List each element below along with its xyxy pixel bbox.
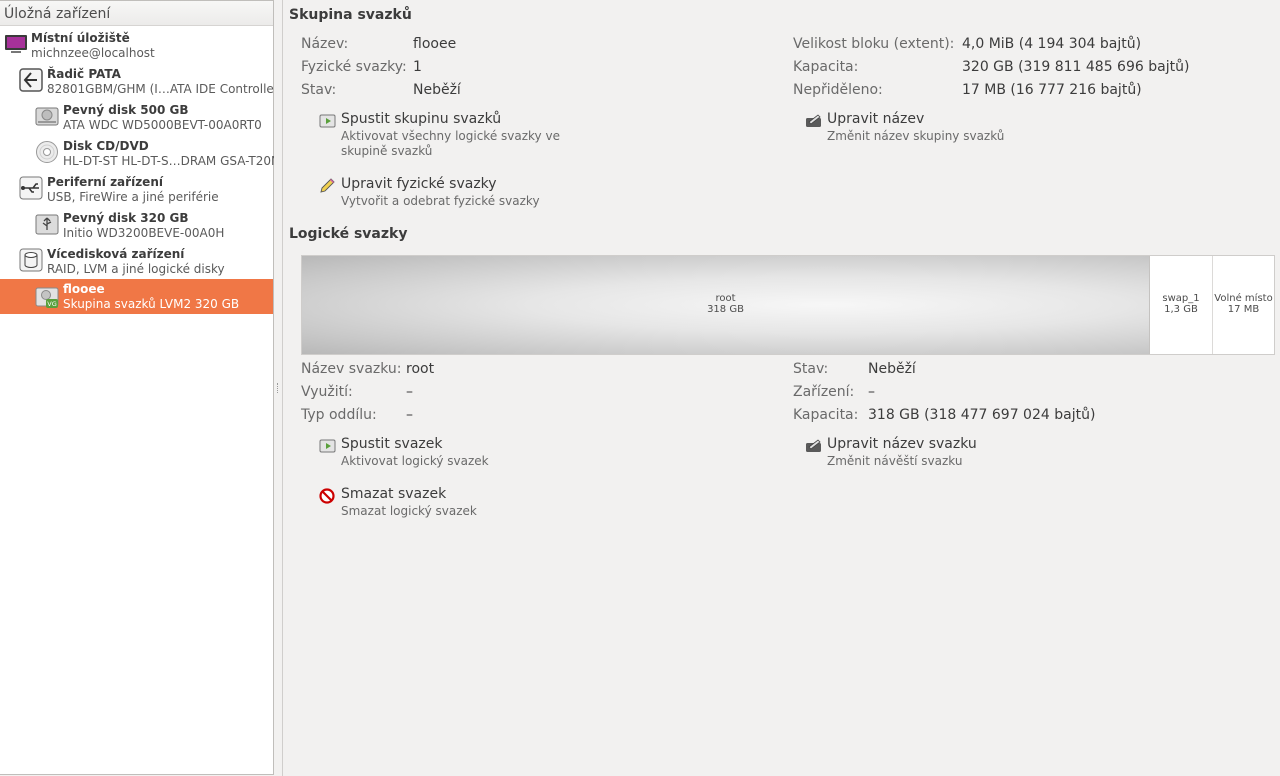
tree-item-subtitle: HL-DT-ST HL-DT-S…DRAM GSA-T20N <box>63 154 280 168</box>
action-description: Smazat logický svazek <box>341 504 477 518</box>
tree-item-title: Vícedisková zařízení <box>47 247 185 261</box>
volume-group-section-title: Skupina svazků <box>289 7 412 23</box>
edit-name-icon <box>806 439 821 452</box>
vg-unallocated-value: 17 MB (16 777 216 bajtů) <box>962 82 1142 98</box>
vg-extent-value: 4,0 MiB (4 194 304 bajtů) <box>962 36 1142 52</box>
action-title: Upravit fyzické svazky <box>341 176 497 192</box>
vg-unallocated-label: Nepřiděleno: <box>793 82 883 98</box>
segment-size: 17 MB <box>1227 304 1260 315</box>
lv-device-value: – <box>868 384 875 400</box>
edit-physical-volumes-button[interactable]: Upravit fyzické svazky Vytvořit a odebra… <box>319 176 579 210</box>
tree-item-subtitle: Skupina svazků LVM2 320 GB <box>63 297 240 311</box>
vg-pv-count-label: Fyzické svazky: <box>301 59 407 75</box>
tree-item-cd-dvd[interactable]: Disk CD/DVD HL-DT-ST HL-DT-S…DRAM GSA-T2… <box>0 137 280 173</box>
volume-group-icon: VG <box>35 287 59 308</box>
tree-item-title: Místní úložiště <box>31 31 130 45</box>
volume-segment-free-space[interactable]: Volné místo 17 MB <box>1213 256 1274 354</box>
segment-name: root <box>715 293 736 304</box>
storage-device-tree[interactable]: Úložná zařízení Místní úložiště michnzee… <box>0 0 280 775</box>
start-icon <box>319 114 336 128</box>
start-volume-button[interactable]: Spustit svazek Aktivovat logický svazek <box>319 436 579 470</box>
action-title: Upravit název <box>827 111 925 127</box>
pane-splitter[interactable] <box>274 0 282 776</box>
vg-extent-label: Velikost bloku (extent): <box>793 36 955 52</box>
tree-item-subtitle: michnzee@localhost <box>31 46 155 60</box>
lv-usage-value: – <box>406 384 413 400</box>
monitor-icon <box>5 35 27 53</box>
rename-volume-button[interactable]: Upravit název svazku Změnit návěští svaz… <box>805 436 1065 470</box>
segment-name: Volné místo <box>1214 293 1273 304</box>
lv-usage-label: Využití: <box>301 384 353 400</box>
optical-disc-icon <box>36 141 58 163</box>
action-description: Vytvořit a odebrat fyzické svazky <box>341 194 540 208</box>
tree-item-title: Periferní zařízení <box>47 175 163 189</box>
lv-partition-type-label: Typ oddílu: <box>301 407 377 423</box>
volume-segment-root[interactable]: root 318 GB <box>302 256 1150 354</box>
volume-segment-swap[interactable]: swap_1 1,3 GB <box>1150 256 1213 354</box>
sidebar-header: Úložná zařízení <box>0 1 273 26</box>
hard-disk-icon <box>35 107 59 126</box>
tree-item-title: flooee <box>63 282 105 296</box>
delete-volume-button[interactable]: Smazat svazek Smazat logický svazek <box>319 486 579 520</box>
lv-device-label: Zařízení: <box>793 384 855 400</box>
vg-capacity-value: 320 GB (319 811 485 696 bajtů) <box>962 59 1190 75</box>
vg-capacity-label: Kapacita: <box>793 59 859 75</box>
vg-state-value: Neběží <box>413 82 461 98</box>
logical-volume-map: root 318 GB swap_1 1,3 GB Volné místo 17… <box>301 255 1275 355</box>
details-pane: Skupina svazků Název: flooee Fyzické sva… <box>282 0 1280 776</box>
lv-state-label: Stav: <box>793 361 829 377</box>
action-description: Aktivovat logický svazek <box>341 454 489 468</box>
lv-name-value: root <box>406 361 435 377</box>
tree-item-subtitle: ATA WDC WD5000BEVT-00A0RT0 <box>63 118 262 132</box>
svg-text:VG: VG <box>47 300 56 308</box>
lv-partition-type-value: – <box>406 407 413 423</box>
vg-pv-count-value: 1 <box>413 59 422 75</box>
segment-name: swap_1 <box>1162 293 1200 304</box>
logical-volumes-section-title: Logické svazky <box>289 226 408 242</box>
lv-capacity-label: Kapacita: <box>793 407 859 423</box>
action-description: Změnit název skupiny svazků <box>827 129 1005 143</box>
controller-icon <box>19 68 43 92</box>
action-description: Změnit návěští svazku <box>827 454 963 468</box>
tree-item-hdd-500[interactable]: Pevný disk 500 GB ATA WDC WD5000BEVT-00A… <box>0 101 273 137</box>
rename-volume-group-button[interactable]: Upravit název Změnit název skupiny svazk… <box>805 111 1065 145</box>
action-title: Smazat svazek <box>341 486 447 502</box>
pencil-icon <box>320 178 335 193</box>
tree-item-local-storage[interactable]: Místní úložiště michnzee@localhost <box>0 29 273 65</box>
tree-item-subtitle: USB, FireWire a jiné periférie <box>47 190 219 204</box>
vg-state-label: Stav: <box>301 82 337 98</box>
edit-name-icon <box>806 114 821 127</box>
tree-item-pata-controller[interactable]: Řadič PATA 82801GBM/GHM (I…ATA IDE Contr… <box>0 65 279 101</box>
delete-icon <box>319 488 335 504</box>
multidisk-icon <box>19 248 43 272</box>
tree-item-peripherals[interactable]: Periferní zařízení USB, FireWire a jiné … <box>0 173 273 209</box>
start-volume-group-button[interactable]: Spustit skupinu svazků Aktivovat všechny… <box>319 111 599 161</box>
segment-size: 318 GB <box>707 304 744 315</box>
action-title: Upravit název svazku <box>827 436 977 452</box>
tree-item-subtitle: RAID, LVM a jiné logické disky <box>47 262 225 276</box>
tree-item-title: Řadič PATA <box>47 67 121 81</box>
lv-state-value: Neběží <box>868 361 916 377</box>
start-icon <box>319 439 336 453</box>
tree-item-volume-group-flooee[interactable]: VG flooee Skupina svazků LVM2 320 GB <box>0 279 273 314</box>
tree-item-title: Pevný disk 500 GB <box>63 103 189 117</box>
lv-capacity-value: 318 GB (318 477 697 024 bajtů) <box>868 407 1096 423</box>
action-description: Aktivovat všechny logické svazky ve skup… <box>341 129 560 158</box>
action-title: Spustit skupinu svazků <box>341 111 502 127</box>
splitter-grip[interactable] <box>277 383 280 393</box>
usb-icon <box>19 176 43 200</box>
tree-item-subtitle: 82801GBM/GHM (I…ATA IDE Controller <box>47 82 279 96</box>
lv-name-label: Název svazku: <box>301 361 402 377</box>
tree-item-hdd-320[interactable]: Pevný disk 320 GB Initio WD3200BEVE-00A0… <box>0 209 273 245</box>
tree-item-title: Pevný disk 320 GB <box>63 211 189 225</box>
action-title: Spustit svazek <box>341 436 443 452</box>
tree-item-title: Disk CD/DVD <box>63 139 149 153</box>
tree-item-subtitle: Initio WD3200BEVE-00A0H <box>63 226 225 240</box>
vg-name-value: flooee <box>413 36 457 52</box>
tree-item-multidisk[interactable]: Vícedisková zařízení RAID, LVM a jiné lo… <box>0 245 273 281</box>
segment-size: 1,3 GB <box>1164 304 1198 315</box>
usb-disk-icon <box>35 214 59 235</box>
vg-name-label: Název: <box>301 36 349 52</box>
